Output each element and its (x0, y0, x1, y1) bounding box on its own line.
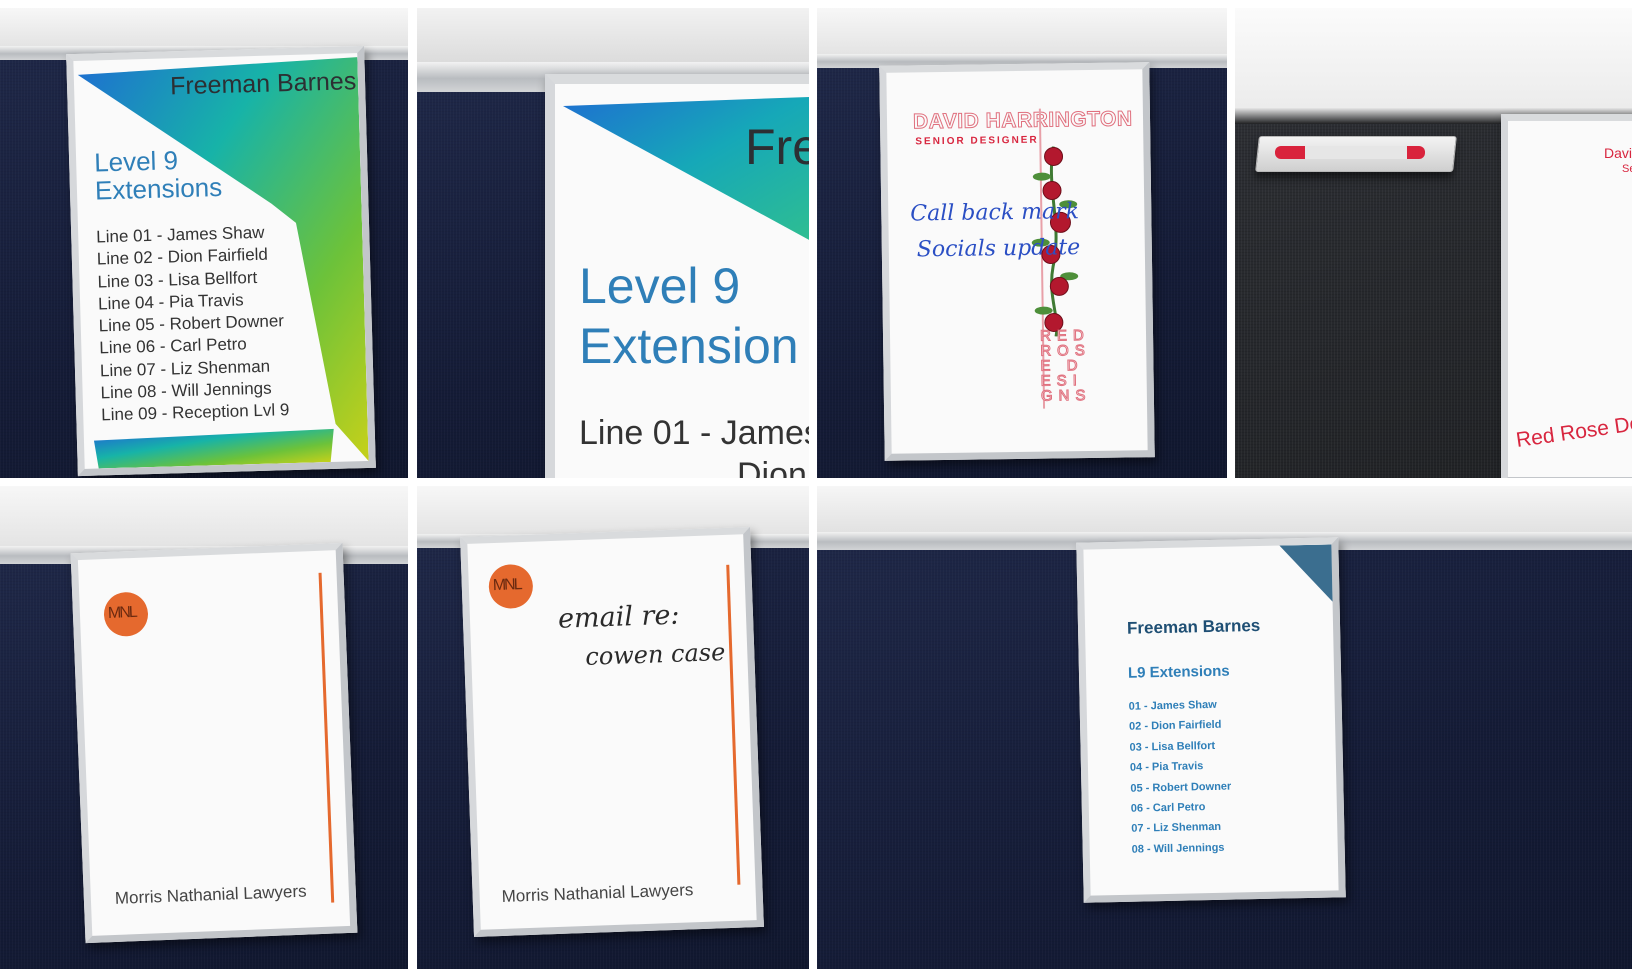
heading-line-1: Level 9 (579, 258, 741, 314)
sign-heading: Level 9 Extension (579, 256, 799, 376)
vertical-brand-text: RED ROSE DESIGNS (1039, 326, 1092, 405)
name-partial: David (1604, 145, 1632, 161)
marker-note: email re: cowen case (557, 595, 726, 677)
extensions-sign: Freeman Barnes L9 Extensions 01 - James … (1076, 537, 1346, 903)
list-item: 01 - James Shaw (1128, 698, 1217, 713)
list-item: 07 - Liz Shenman (1131, 821, 1222, 836)
orange-accent-line (726, 564, 741, 885)
logo-text: MNL (107, 603, 137, 622)
extension-list: Line 01 - James Shaw Line 02 - Dion Fair… (96, 221, 290, 427)
gradient-sign: Freeman Barnes Level 9 Extensions Line 0… (66, 45, 376, 477)
note-line-2: cowen case (584, 638, 726, 671)
gradient-shape (563, 96, 809, 240)
note-line-2: Socials update (916, 235, 1081, 263)
partial-sign: David Sen Red Rose Des (1501, 114, 1632, 478)
list-item: 05 - Robert Downer (1130, 780, 1232, 795)
note-line-1: Call back mark (910, 199, 1080, 227)
photo-freeman-barnes-closeup: Fre Level 9 Extension Line 01 - James Di… (417, 8, 809, 478)
company-name: Freeman Barnes (1126, 615, 1261, 638)
list-item: 04 - Pia Travis (1129, 760, 1204, 774)
corner-accent (1279, 544, 1341, 611)
list-item: 03 - Lisa Bellfort (1129, 739, 1216, 754)
law-firm-sign-with-note: MNL email re: cowen case Morris Nathania… (460, 527, 764, 937)
company-name: Freeman Barnes (169, 67, 357, 101)
designer-title: SENIOR DESIGNER (915, 134, 1039, 148)
list-item: 08 - Will Jennings (1131, 841, 1225, 856)
logo-text: MNL (492, 576, 521, 595)
photo-marker-tray: David Sen Red Rose Des (1235, 8, 1632, 478)
sign-heading: L9 Extensions (1127, 662, 1230, 682)
photo-morris-nathanial-whiteboard: MNL email re: cowen case Morris Nathania… (417, 486, 809, 969)
title-partial: Sen (1622, 163, 1632, 175)
heading-line-2: Extensions (94, 171, 223, 206)
designer-name: DAVID HARRINGTON (912, 107, 1133, 134)
brand-partial: Red Rose Des (1514, 410, 1632, 453)
marker-note: Call back mark Socials update (910, 194, 1080, 268)
closeup-sign: Fre Level 9 Extension Line 01 - James Di… (545, 74, 809, 478)
list-item-partial-2: Dion (737, 456, 807, 478)
firm-name: Morris Nathanial Lawyers (501, 880, 694, 906)
list-item-partial: Line 01 - James (579, 414, 809, 452)
photo-red-rose-whiteboard-sign: DAVID HARRINGTON SENIOR DESIGNER Call ba… (817, 8, 1227, 478)
law-firm-sign: MNL Morris Nathanial Lawyers (70, 542, 358, 944)
note-line-1: email re: (557, 599, 681, 635)
extension-list: 01 - James Shaw 02 - Dion Fairfield 03 -… (1128, 695, 1232, 860)
whiteboard-marker (1275, 146, 1425, 159)
list-item: 06 - Carl Petro (1130, 801, 1206, 815)
designer-sign: DAVID HARRINGTON SENIOR DESIGNER Call ba… (879, 62, 1155, 461)
company-name-partial: Fre (745, 119, 809, 175)
orange-accent-line (318, 572, 335, 903)
list-item: 02 - Dion Fairfield (1129, 719, 1222, 734)
photo-freeman-barnes-gradient-sign: Freeman Barnes Level 9 Extensions Line 0… (0, 8, 408, 478)
sign-heading: Level 9 Extensions (94, 145, 223, 205)
photo-freeman-barnes-blue-sign: Freeman Barnes L9 Extensions 01 - James … (817, 486, 1632, 969)
firm-name: Morris Nathanial Lawyers (114, 881, 307, 908)
photo-morris-nathanial-sign: MNL Morris Nathanial Lawyers (0, 486, 408, 969)
heading-line-2: Extension (579, 318, 799, 374)
